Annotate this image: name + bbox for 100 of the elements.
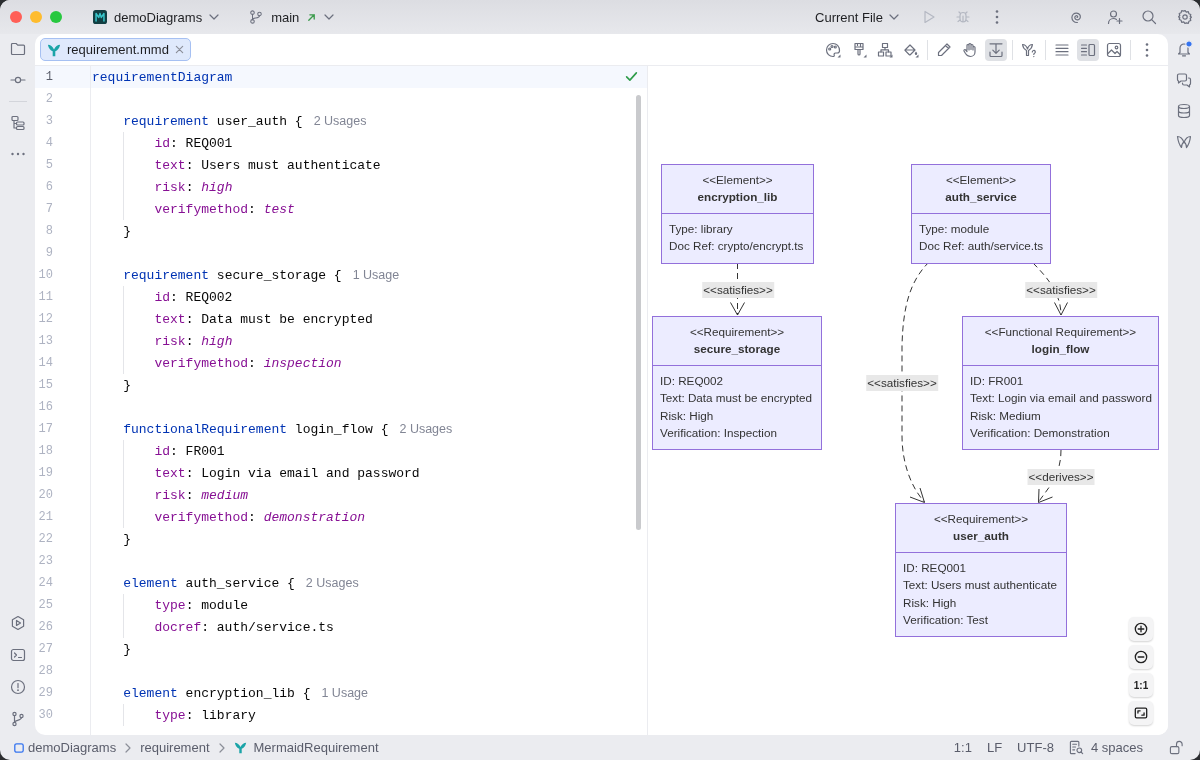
edge-label: <<satisfies>> <box>866 375 938 391</box>
stereotype-label: <<Requirement>> <box>689 324 785 340</box>
project-selector[interactable]: demoDiagrams <box>88 4 225 30</box>
node-field: ID: REQ002 <box>660 372 723 390</box>
close-window-icon[interactable] <box>10 11 22 23</box>
edge-label: <<derives>> <box>1027 469 1095 485</box>
bell-icon <box>1176 41 1192 57</box>
code-line: risk: high <box>154 333 233 349</box>
add-user-icon <box>1107 9 1123 25</box>
node-title: auth_service <box>945 189 1017 205</box>
node-field: Doc Ref: crypto/encrypt.ts <box>669 237 804 255</box>
code-line: requirementDiagram <box>92 69 233 85</box>
settings-icon <box>1177 9 1193 25</box>
line-number: 23 <box>38 554 53 568</box>
node-field: Verification: Demonstration <box>970 423 1110 442</box>
line-number: 3 <box>45 114 53 128</box>
code-line: requirement user_auth { <box>123 113 303 129</box>
breadcrumb[interactable]: demoDiagrams <box>14 740 117 755</box>
run-configuration-selector[interactable]: Current File <box>809 4 905 30</box>
zoom-out-icon <box>1134 650 1148 664</box>
line-number: 2 <box>45 92 53 106</box>
usage-hint[interactable]: 2 Usages <box>399 422 453 436</box>
line-number: 6 <box>45 180 53 194</box>
database-icon <box>1176 103 1192 119</box>
line-number: 29 <box>38 686 53 700</box>
tail-icon <box>233 741 247 754</box>
logo-icon <box>1176 134 1192 150</box>
usage-hint[interactable]: 1 Usage <box>352 268 400 282</box>
code-line: } <box>123 377 131 393</box>
play-icon <box>921 9 937 25</box>
line-number: 9 <box>45 246 53 260</box>
structure-icon <box>9 115 26 131</box>
code-line: docref: auth/service.ts <box>154 619 334 635</box>
toolbar-button[interactable] <box>985 38 1007 61</box>
code-line: verifymethod: test <box>154 201 295 217</box>
palette-icon <box>825 41 841 58</box>
exclamation-circle-icon <box>9 679 26 695</box>
fit-screen-icon <box>1134 706 1148 720</box>
status-item[interactable]: UTF-8 <box>1017 740 1054 755</box>
code-line: verifymethod: inspection <box>154 355 342 371</box>
arrow-up-right-icon <box>307 12 317 22</box>
stereotype-label: <<Element>> <box>702 172 773 188</box>
check-icon <box>625 70 638 83</box>
status-item[interactable]: LF <box>986 740 1003 755</box>
usage-hint[interactable]: 2 Usages <box>305 576 359 590</box>
edge-label: <<satisfies>> <box>702 282 774 298</box>
split-view-icon <box>1080 41 1096 58</box>
code-line: requirement secure_storage { <box>123 267 342 283</box>
line-number: 26 <box>38 620 53 634</box>
code-line: type: module <box>154 597 249 613</box>
line-number: 11 <box>38 290 53 304</box>
node-field: Type: module <box>919 220 990 238</box>
chevron-right-icon <box>125 742 132 753</box>
chevron-right-icon <box>218 742 225 753</box>
usage-hint[interactable]: 1 Usage <box>321 686 368 700</box>
scrollbar-thumb[interactable] <box>636 95 641 530</box>
code-line: text: Data must be encrypted <box>154 311 373 327</box>
line-number: 8 <box>45 224 53 238</box>
line-number: 17 <box>38 422 53 436</box>
zoom-in-button[interactable] <box>1129 617 1153 641</box>
line-number: 14 <box>38 356 53 370</box>
lines-icon <box>1054 41 1070 58</box>
breadcrumb[interactable]: MermaidRequirement <box>233 740 379 755</box>
node-title: secure_storage <box>693 341 781 357</box>
node-field: Doc Ref: auth/service.ts <box>919 237 1044 255</box>
line-number: 10 <box>38 268 53 282</box>
usage-hint[interactable]: 2 Usages <box>313 114 367 128</box>
status-item[interactable]: 1:1 <box>953 740 972 755</box>
zoom-in-icon <box>1134 622 1148 636</box>
close-icon[interactable] <box>174 45 184 54</box>
line-number: 27 <box>38 642 53 656</box>
branch-selector[interactable]: main <box>243 4 341 30</box>
line-number: 19 <box>38 466 53 480</box>
line-number: 18 <box>38 444 53 458</box>
code-line: element encryption_lib { <box>123 685 311 701</box>
node-title: user_auth <box>953 528 1009 544</box>
code-line: text: Login via email and password <box>154 465 420 481</box>
tail-icon <box>47 42 61 57</box>
pencil-icon <box>936 41 952 58</box>
fit-button[interactable] <box>1129 701 1153 725</box>
square-icon <box>14 742 24 753</box>
stereotype-label: <<Element>> <box>945 172 1017 188</box>
hexagon-play-icon <box>9 615 26 631</box>
open-lock-icon <box>1168 740 1184 755</box>
node-field: Text: Login via email and password <box>970 389 1152 407</box>
status-item[interactable]: 4 spaces <box>1068 740 1143 755</box>
breadcrumb[interactable]: requirement <box>140 740 210 755</box>
chevron-down-icon <box>324 14 335 20</box>
code-line: element auth_service { <box>123 575 295 591</box>
code-line: text: Users must authenticate <box>154 157 381 173</box>
line-number: 12 <box>38 312 53 326</box>
line-number: 25 <box>38 598 53 612</box>
actual-size-button[interactable]: 1:1 <box>1129 673 1153 697</box>
editor-tab[interactable]: requirement.mmd <box>40 38 191 61</box>
zoom-out-button[interactable] <box>1129 645 1153 669</box>
chevron-down-icon <box>889 14 899 20</box>
node-field: ID: FR001 <box>970 372 1024 390</box>
toolbar-button[interactable] <box>1077 38 1099 61</box>
node-field: Risk: High <box>660 406 714 424</box>
folder-icon <box>9 41 26 57</box>
